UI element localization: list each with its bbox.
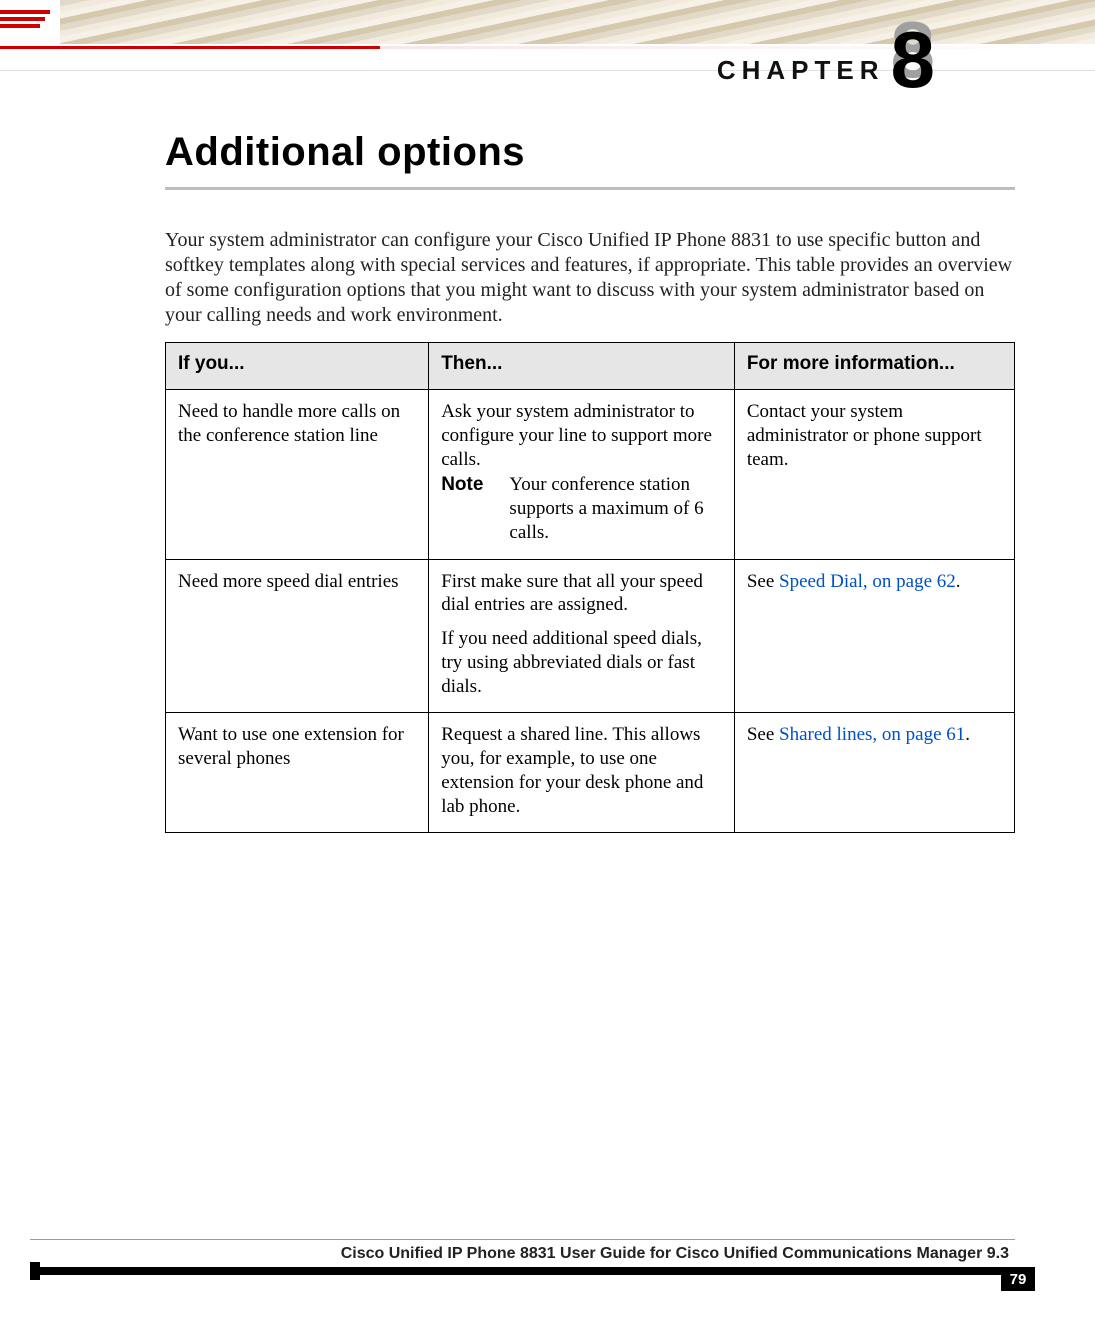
table-header-row: If you... Then... For more information..… [166, 343, 1015, 390]
note-body: Your conference station supports a maxim… [509, 473, 723, 544]
intro-paragraph: Your system administrator can configure … [165, 228, 1015, 328]
table-row: Want to use one extension for several ph… [166, 713, 1015, 833]
link-shared-lines[interactable]: Shared lines, on page 61 [779, 724, 965, 745]
cell-for-more-suffix: . [956, 571, 961, 592]
banner-stripes-icon [0, 10, 60, 30]
cell-for-more: See Speed Dial, on page 62. [734, 559, 1014, 713]
chapter-banner: CHAPTER 8 8 [0, 0, 1095, 71]
cell-for-more-prefix: See [747, 571, 779, 592]
chapter-word: CHAPTER [717, 55, 885, 86]
page: CHAPTER 8 8 Additional options Your syst… [0, 0, 1095, 1325]
footer-doc-title: Cisco Unified IP Phone 8831 User Guide f… [341, 1245, 1009, 1263]
cell-then: First make sure that all your speed dial… [429, 559, 735, 713]
footer-page-number: 79 [1001, 1269, 1035, 1291]
table-row: Need more speed dial entries First make … [166, 559, 1015, 713]
footer-rule [30, 1239, 1015, 1240]
options-table: If you... Then... For more information..… [165, 342, 1015, 833]
content-area: Additional options Your system administr… [165, 130, 1015, 833]
table-header-if-you: If you... [166, 343, 429, 390]
cell-then: Request a shared line. This allows you, … [429, 713, 735, 833]
cell-then-p2: If you need additional speed dials, try … [441, 628, 702, 697]
note-label: Note [441, 473, 509, 497]
page-footer: Cisco Unified IP Phone 8831 User Guide f… [0, 1239, 1095, 1299]
cell-if-you: Need more speed dial entries [166, 559, 429, 713]
cell-then: Ask your system administrator to configu… [429, 390, 735, 560]
banner-photo-strip [60, 0, 1095, 44]
footer-bar [30, 1267, 1035, 1275]
cell-then-p1: Ask your system administrator to configu… [441, 401, 712, 470]
cell-if-you: Need to handle more calls on the confere… [166, 390, 429, 560]
link-speed-dial[interactable]: Speed Dial, on page 62 [779, 571, 956, 592]
chapter-heading: CHAPTER 8 8 [717, 20, 935, 86]
cell-for-more-suffix: . [965, 724, 970, 745]
note-block: Note Your conference station supports a … [441, 473, 724, 544]
cell-then-p1: First make sure that all your speed dial… [441, 571, 703, 616]
page-title: Additional options [165, 130, 1015, 175]
cell-for-more-prefix: See [747, 724, 779, 745]
title-rule [165, 187, 1015, 190]
chapter-number: 8 8 [891, 20, 936, 84]
table-row: Need to handle more calls on the confere… [166, 390, 1015, 560]
table-header-then: Then... [429, 343, 735, 390]
table-header-for-more: For more information... [734, 343, 1014, 390]
cell-for-more: Contact your system administrator or pho… [734, 390, 1014, 560]
cell-for-more: See Shared lines, on page 61. [734, 713, 1014, 833]
cell-if-you: Want to use one extension for several ph… [166, 713, 429, 833]
